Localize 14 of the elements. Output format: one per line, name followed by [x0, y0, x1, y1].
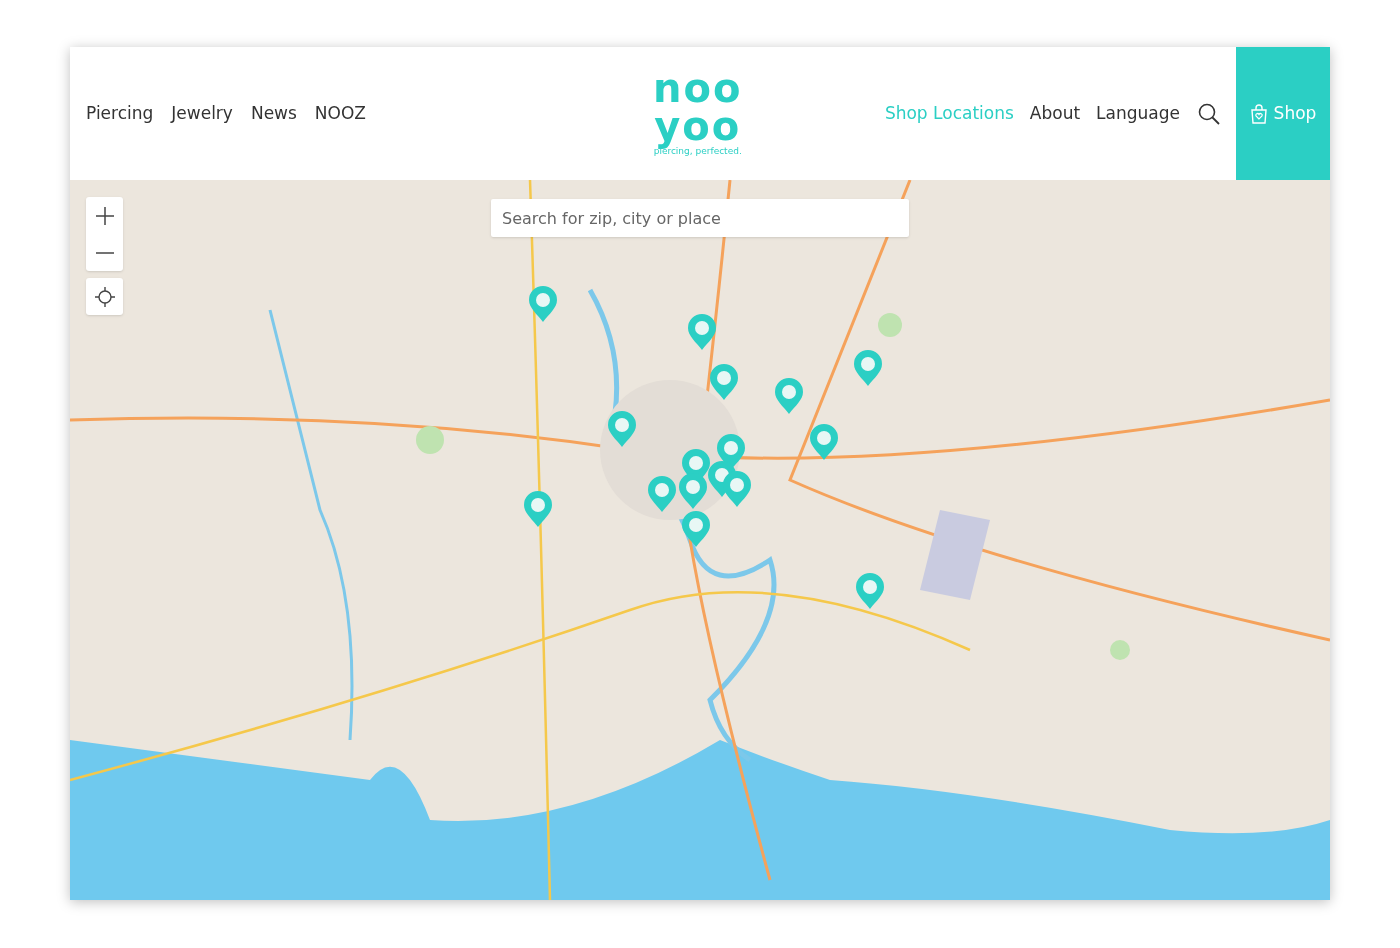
nav-link[interactable]: NOOZ	[314, 100, 366, 127]
logo-tagline: piercing, perfected.	[653, 146, 742, 157]
shopping-bag-icon	[1249, 103, 1268, 124]
nav-link[interactable]: Piercing	[86, 100, 154, 127]
nav-link[interactable]: Language	[1096, 100, 1180, 127]
nav-link[interactable]: News	[250, 100, 297, 127]
search-field[interactable]: Search for zip, city or place	[491, 199, 909, 237]
nav-link[interactable]: About	[1029, 100, 1081, 127]
minus-icon	[94, 250, 115, 255]
plus-icon	[94, 205, 115, 226]
nav-link[interactable]: Jewelry	[171, 100, 233, 127]
search-icon[interactable]	[1198, 102, 1220, 125]
crosshair-icon	[94, 286, 115, 307]
locate-button[interactable]	[86, 278, 123, 315]
